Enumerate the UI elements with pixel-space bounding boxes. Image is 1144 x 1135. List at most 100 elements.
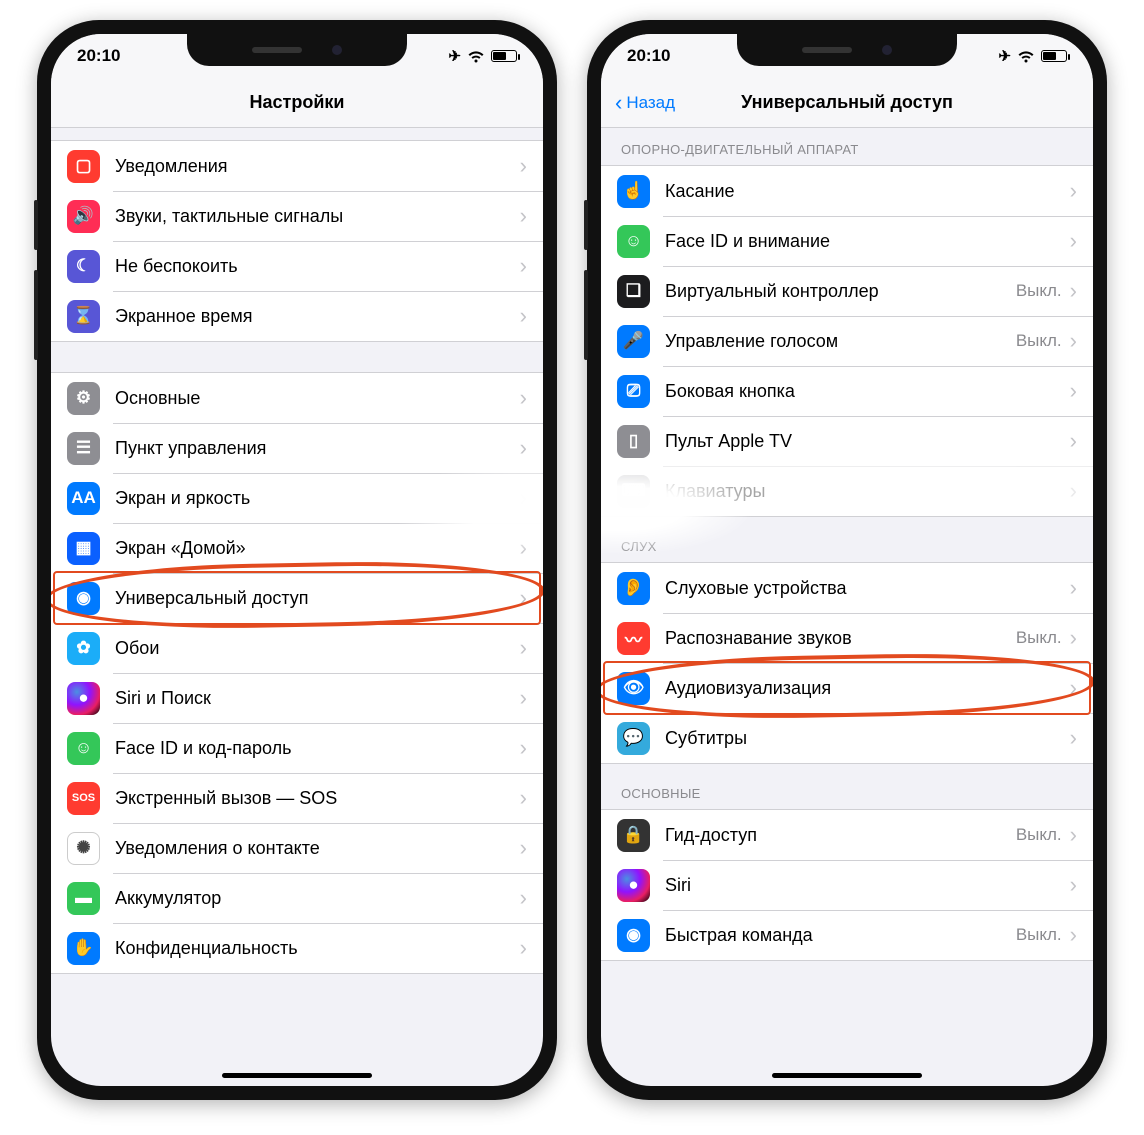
chevron-right-icon: › bbox=[1070, 874, 1077, 896]
row-touch[interactable]: ☝Касание› bbox=[601, 166, 1093, 216]
row-label: Обои bbox=[115, 638, 520, 659]
row-switch-control[interactable]: ❑Виртуальный контроллерВыкл.› bbox=[601, 266, 1093, 316]
text-size-icon: AA bbox=[67, 482, 100, 515]
section-header-hearing: СЛУХ bbox=[601, 517, 1093, 562]
chevron-left-icon: ‹ bbox=[615, 92, 622, 114]
row-side-button[interactable]: ⎚Боковая кнопка› bbox=[601, 366, 1093, 416]
row-label: Экранное время bbox=[115, 306, 520, 327]
hand-icon: ✋ bbox=[67, 932, 100, 965]
chevron-right-icon: › bbox=[520, 437, 527, 459]
row-audio-visual[interactable]: 👁Аудиовизуализация› bbox=[601, 663, 1093, 713]
chevron-right-icon: › bbox=[520, 537, 527, 559]
row-siri[interactable]: ●Siri и Поиск› bbox=[51, 673, 543, 723]
row-home-screen[interactable]: ▦ Экран «Домой»› bbox=[51, 523, 543, 573]
row-shortcut[interactable]: ◉Быстрая командаВыкл.› bbox=[601, 910, 1093, 960]
screen-right: 20:10 ✈ ‹ Назад Универсальный доступ ОПО… bbox=[601, 34, 1093, 1086]
row-siri[interactable]: ●Siri› bbox=[601, 860, 1093, 910]
chevron-right-icon: › bbox=[1070, 824, 1077, 846]
row-apple-tv-remote[interactable]: ▯Пульт Apple TV› bbox=[601, 416, 1093, 466]
row-label: Касание bbox=[665, 181, 1070, 202]
row-label: Гид-доступ bbox=[665, 825, 1016, 846]
row-label: Пункт управления bbox=[115, 438, 520, 459]
row-wallpaper[interactable]: ✿Обои› bbox=[51, 623, 543, 673]
row-dnd[interactable]: ☾Не беспокоить› bbox=[51, 241, 543, 291]
switches-icon: ☰ bbox=[67, 432, 100, 465]
row-exposure[interactable]: ✺ Уведомления о контакте› bbox=[51, 823, 543, 873]
phone-left: 20:10 ✈ Настройки ▢Уведомления›🔊Звуки, т… bbox=[37, 20, 557, 1100]
row-label: Слуховые устройства bbox=[665, 578, 1070, 599]
section-header-general: ОСНОВНЫЕ bbox=[601, 764, 1093, 809]
lock-icon: 🔒 bbox=[617, 819, 650, 852]
row-subtitles[interactable]: 💬Субтитры› bbox=[601, 713, 1093, 763]
row-privacy[interactable]: ✋Конфиденциальность› bbox=[51, 923, 543, 973]
chevron-right-icon: › bbox=[520, 487, 527, 509]
row-faceid[interactable]: ☺Face ID и код-пароль› bbox=[51, 723, 543, 773]
row-label: Face ID и код-пароль bbox=[115, 738, 520, 759]
notifications-icon: ▢ bbox=[67, 150, 100, 183]
home-indicator[interactable] bbox=[772, 1073, 922, 1078]
settings-list[interactable]: ▢Уведомления›🔊Звуки, тактильные сигналы›… bbox=[51, 128, 543, 1072]
chevron-right-icon: › bbox=[520, 587, 527, 609]
row-hearing-devices[interactable]: 👂 Слуховые устройства› bbox=[601, 563, 1093, 613]
row-label: Пульт Apple TV bbox=[665, 431, 1070, 452]
virus-icon: ✺ bbox=[67, 832, 100, 865]
row-screen-time[interactable]: ⌛Экранное время› bbox=[51, 291, 543, 341]
row-display[interactable]: AA Экран и яркость› bbox=[51, 473, 543, 523]
row-control-center[interactable]: ☰ Пункт управления› bbox=[51, 423, 543, 473]
row-label: Аккумулятор bbox=[115, 888, 520, 909]
notch bbox=[187, 34, 407, 66]
row-label: Виртуальный контроллер bbox=[665, 281, 1016, 302]
ear-icon: 👂 bbox=[617, 572, 650, 605]
grid-icon: ▦ bbox=[67, 532, 100, 565]
chevron-right-icon: › bbox=[520, 787, 527, 809]
chevron-right-icon: › bbox=[1070, 677, 1077, 699]
row-label: Экран и яркость bbox=[115, 488, 520, 509]
row-label: Уведомления о контакте bbox=[115, 838, 520, 859]
accessibility-list[interactable]: ОПОРНО-ДВИГАТЕЛЬНЫЙ АППАРАТ ☝Касание›☺Fa… bbox=[601, 128, 1093, 1072]
siri-icon: ● bbox=[67, 682, 100, 715]
row-label: Аудиовизуализация bbox=[665, 678, 1070, 699]
chevron-right-icon: › bbox=[1070, 577, 1077, 599]
status-indicators: ✈ bbox=[448, 47, 517, 65]
chevron-right-icon: › bbox=[1070, 280, 1077, 302]
siri-icon: ● bbox=[617, 869, 650, 902]
chevron-right-icon: › bbox=[520, 205, 527, 227]
row-accessibility[interactable]: ◉Универсальный доступ› bbox=[51, 573, 543, 623]
row-sound-recognition[interactable]: 〰Распознавание звуковВыкл.› bbox=[601, 613, 1093, 663]
battery-icon bbox=[1041, 50, 1067, 62]
chevron-right-icon: › bbox=[1070, 180, 1077, 202]
row-label: Субтитры bbox=[665, 728, 1070, 749]
row-label: Экран «Домой» bbox=[115, 538, 520, 559]
row-general[interactable]: ⚙Основные› bbox=[51, 373, 543, 423]
row-label: Клавиатуры bbox=[665, 481, 1070, 502]
nav-bar: Настройки bbox=[51, 78, 543, 128]
row-sounds[interactable]: 🔊Звуки, тактильные сигналы› bbox=[51, 191, 543, 241]
chevron-right-icon: › bbox=[520, 887, 527, 909]
back-button[interactable]: ‹ Назад bbox=[615, 92, 675, 114]
battery-icon bbox=[491, 50, 517, 62]
row-guided-access[interactable]: 🔒Гид-доступВыкл.› bbox=[601, 810, 1093, 860]
row-label: Экстренный вызов — SOS bbox=[115, 788, 520, 809]
moon-icon: ☾ bbox=[67, 250, 100, 283]
speaker-icon: 🔊 bbox=[67, 200, 100, 233]
row-label: Основные bbox=[115, 388, 520, 409]
chevron-right-icon: › bbox=[520, 937, 527, 959]
chevron-right-icon: › bbox=[520, 837, 527, 859]
voice-icon: 🎤 bbox=[617, 325, 650, 358]
row-keyboards[interactable]: ⌨Клавиатуры› bbox=[601, 466, 1093, 516]
chevron-right-icon: › bbox=[520, 155, 527, 177]
flower-icon: ✿ bbox=[67, 632, 100, 665]
row-battery[interactable]: ▬Аккумулятор› bbox=[51, 873, 543, 923]
row-face-attention[interactable]: ☺Face ID и внимание› bbox=[601, 216, 1093, 266]
row-detail: Выкл. bbox=[1016, 281, 1062, 301]
row-detail: Выкл. bbox=[1016, 628, 1062, 648]
row-voice-control[interactable]: 🎤Управление голосомВыкл.› bbox=[601, 316, 1093, 366]
hourglass-icon: ⌛ bbox=[67, 300, 100, 333]
gear-icon: ⚙ bbox=[67, 382, 100, 415]
page-title: Универсальный доступ bbox=[741, 92, 953, 113]
row-notifications[interactable]: ▢Уведомления› bbox=[51, 141, 543, 191]
nav-bar: ‹ Назад Универсальный доступ bbox=[601, 78, 1093, 128]
row-sos[interactable]: SOSЭкстренный вызов — SOS› bbox=[51, 773, 543, 823]
home-indicator[interactable] bbox=[222, 1073, 372, 1078]
chevron-right-icon: › bbox=[1070, 924, 1077, 946]
